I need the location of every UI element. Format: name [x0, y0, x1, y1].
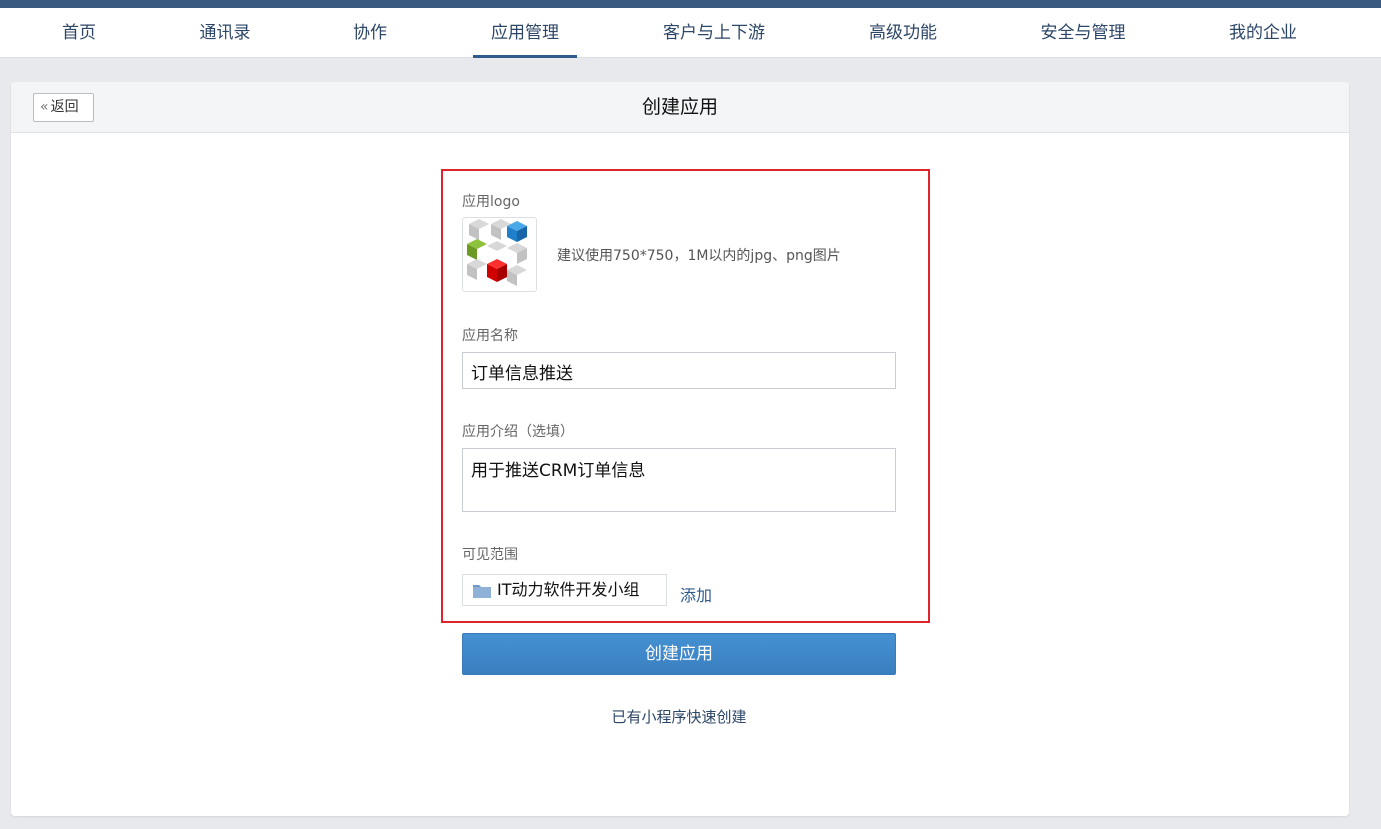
name-label: 应用名称 [462, 328, 518, 344]
nav-item-app-management[interactable]: 应用管理 [473, 8, 577, 58]
double-chevron-left-icon: « [40, 99, 49, 115]
back-button[interactable]: «返回 [33, 93, 94, 122]
app-logo-upload[interactable] [462, 217, 537, 292]
scope-item-label: IT动力软件开发小组 [497, 580, 640, 599]
app-intro-textarea[interactable]: 用于推送CRM订单信息 [462, 448, 896, 512]
create-app-card: 创建应用 «返回 应用logo 建议使用750*750，1M以内的jpg、png… [11, 82, 1349, 816]
folder-icon [473, 585, 491, 598]
nav-item-my-enterprise[interactable]: 我的企业 [1229, 8, 1297, 58]
quick-create-link[interactable]: 已有小程序快速创建 [462, 706, 896, 727]
intro-label: 应用介绍（选填） [462, 424, 574, 440]
logo-hint: 建议使用750*750，1M以内的jpg、png图片 [557, 248, 841, 264]
page-title: 创建应用 [641, 96, 718, 118]
nav-item-advanced[interactable]: 高级功能 [869, 8, 937, 58]
app-logo-image [467, 219, 527, 286]
scope-item: IT动力软件开发小组 [462, 574, 667, 606]
logo-label: 应用logo [462, 194, 520, 210]
nav-item-security[interactable]: 安全与管理 [1041, 8, 1126, 58]
create-app-button[interactable]: 创建应用 [462, 633, 896, 675]
top-accent-bar [0, 0, 1381, 8]
main-nav: 首页 通讯录 协作 应用管理 客户与上下游 高级功能 安全与管理 我的企业 [0, 8, 1381, 58]
back-button-label: 返回 [50, 99, 79, 115]
card-header: 创建应用 «返回 [11, 82, 1349, 133]
nav-item-home[interactable]: 首页 [62, 8, 96, 58]
nav-item-collaboration[interactable]: 协作 [353, 8, 387, 58]
app-name-input[interactable]: 订单信息推送 [462, 352, 896, 389]
scope-label: 可见范围 [462, 547, 518, 563]
nav-item-contacts[interactable]: 通讯录 [200, 8, 251, 58]
add-scope-link[interactable]: 添加 [680, 582, 712, 606]
nav-item-customers[interactable]: 客户与上下游 [663, 8, 765, 58]
